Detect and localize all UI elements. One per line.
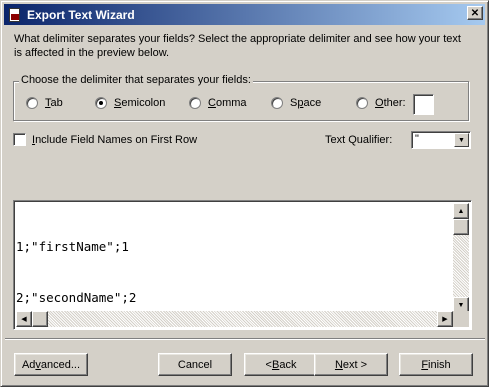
radio-space-circle[interactable] <box>271 97 283 109</box>
instruction-text: What delimiter separates your fields? Se… <box>14 32 474 60</box>
access-app-icon <box>7 7 23 23</box>
cancel-button[interactable]: Cancel <box>158 353 232 376</box>
back-button[interactable]: < Back <box>244 353 318 376</box>
vertical-scrollbar[interactable]: ▲ ▼ <box>453 203 469 313</box>
preview-pane[interactable]: 1;"firstName";1 2;"secondName";2 ▲ ▼ ◀ ▶ <box>13 200 472 330</box>
include-field-names-checkbox[interactable] <box>13 133 26 146</box>
radio-tab-circle[interactable] <box>26 97 38 109</box>
text-qualifier-value: " <box>415 133 419 145</box>
export-text-wizard-window: Export Text Wizard ✕ What delimiter sepa… <box>0 0 489 387</box>
text-qualifier-label: Text Qualifier: <box>325 134 393 146</box>
advanced-button[interactable]: Ad v anced... <box>14 353 88 376</box>
instruction-line-1: What delimiter separates your fields? Se… <box>14 33 461 45</box>
horizontal-scrollbar[interactable]: ◀ ▶ <box>16 311 453 327</box>
title-bar[interactable]: Export Text Wizard ✕ <box>4 4 485 25</box>
radio-semicolon-label: Semicolon <box>114 97 166 109</box>
radio-space-label: Space <box>290 97 322 109</box>
preview-line: 2;"secondName";2 <box>16 290 137 305</box>
radio-other-label: Other: <box>375 97 406 109</box>
finish-button[interactable]: Finish <box>399 353 473 376</box>
scroll-right-arrow-icon[interactable]: ▶ <box>437 311 453 327</box>
scroll-up-arrow-icon[interactable]: ▲ <box>453 203 469 219</box>
radio-tab[interactable]: Tab <box>26 97 63 109</box>
window-title: Export Text Wizard <box>27 7 135 22</box>
text-qualifier-select[interactable]: " ▼ <box>411 131 471 149</box>
radio-semicolon-circle[interactable] <box>95 97 107 109</box>
radio-comma-label: Comma <box>208 97 247 109</box>
other-delimiter-input[interactable] <box>413 94 434 115</box>
separator-line <box>5 338 485 340</box>
radio-semicolon[interactable]: Semicolon <box>95 97 165 109</box>
instruction-line-2: is affected in the preview below. <box>14 47 170 59</box>
include-field-names-option[interactable]: Include Field Names on First Row <box>13 133 197 146</box>
radio-comma[interactable]: Comma <box>189 97 247 109</box>
radio-space[interactable]: Space <box>271 97 321 109</box>
include-field-names-label: Include Field Names on First Row <box>32 133 198 146</box>
close-button[interactable]: ✕ <box>467 6 483 20</box>
delimiter-group-legend: Choose the delimiter that separates your… <box>19 74 253 86</box>
radio-tab-label: Tab <box>45 97 63 109</box>
radio-other-circle[interactable] <box>356 97 368 109</box>
dropdown-arrow-icon[interactable]: ▼ <box>454 133 469 147</box>
radio-other[interactable]: Other: <box>356 97 406 109</box>
next-button[interactable]: Next > <box>314 353 388 376</box>
radio-comma-circle[interactable] <box>189 97 201 109</box>
scrollbar-corner <box>453 311 469 327</box>
preview-line: 1;"firstName";1 <box>16 239 129 254</box>
horizontal-scroll-thumb[interactable] <box>32 311 48 327</box>
scroll-left-arrow-icon[interactable]: ◀ <box>16 311 32 327</box>
vertical-scroll-thumb[interactable] <box>453 219 469 235</box>
